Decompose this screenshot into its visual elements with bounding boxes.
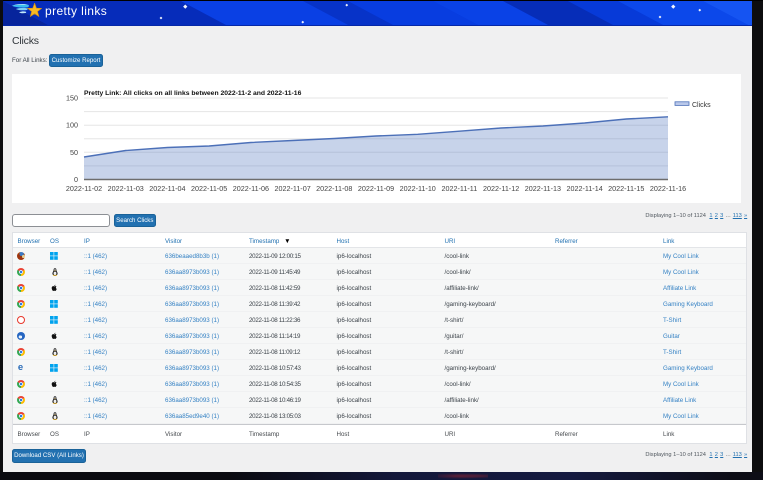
svg-text:2022-11-13: 2022-11-13 xyxy=(525,184,561,193)
svg-text:100: 100 xyxy=(66,121,78,130)
svg-text:Pretty Link: All clicks on all: Pretty Link: All clicks on all links bet… xyxy=(84,90,302,97)
svg-text:2022-11-12: 2022-11-12 xyxy=(483,184,519,193)
svg-text:2022-11-02: 2022-11-02 xyxy=(66,184,102,193)
svg-text:2022-11-05: 2022-11-05 xyxy=(191,184,227,193)
svg-text:2022-11-06: 2022-11-06 xyxy=(233,184,269,193)
svg-text:2022-11-16: 2022-11-16 xyxy=(650,184,686,193)
svg-text:2022-11-10: 2022-11-10 xyxy=(400,184,436,193)
svg-text:2022-11-14: 2022-11-14 xyxy=(566,184,602,193)
svg-text:0: 0 xyxy=(74,175,78,184)
svg-text:2022-11-07: 2022-11-07 xyxy=(274,184,310,193)
svg-text:150: 150 xyxy=(66,94,78,103)
svg-text:2022-11-04: 2022-11-04 xyxy=(149,184,185,193)
svg-text:2022-11-03: 2022-11-03 xyxy=(108,184,144,193)
svg-text:Clicks: Clicks xyxy=(692,102,711,109)
svg-text:2022-11-08: 2022-11-08 xyxy=(316,184,352,193)
svg-text:2022-11-15: 2022-11-15 xyxy=(608,184,644,193)
svg-text:50: 50 xyxy=(70,148,78,157)
svg-text:2022-11-11: 2022-11-11 xyxy=(442,184,478,193)
svg-text:2022-11-09: 2022-11-09 xyxy=(358,184,394,193)
